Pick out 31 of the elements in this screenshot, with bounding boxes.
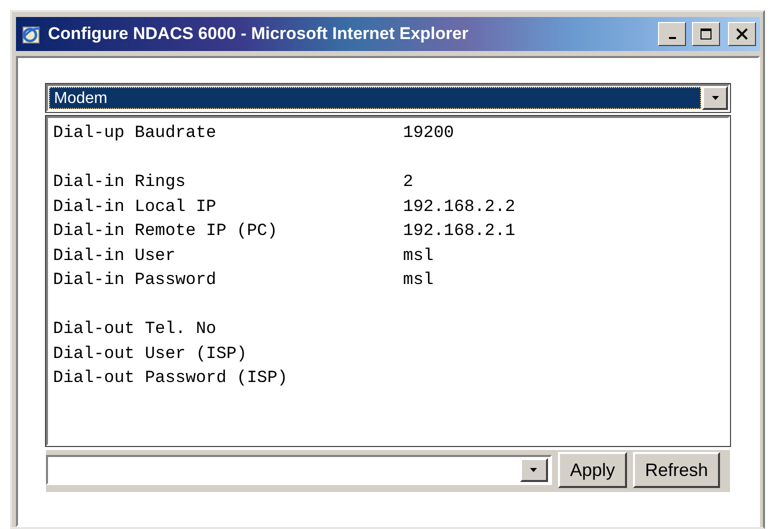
dropdown-button[interactable] xyxy=(520,458,548,482)
setting-value: 19200 xyxy=(403,123,454,145)
setting-label: Dial-in Local IP xyxy=(53,196,218,218)
maximize-icon xyxy=(700,28,712,40)
setting-label: Dial-in User xyxy=(53,246,176,268)
dropdown-value: Modem xyxy=(49,87,701,109)
setting-label: Dial-out Password (ISP) xyxy=(53,368,289,390)
close-button[interactable] xyxy=(728,22,756,46)
window-title: Configure NDACS 6000 - Microsoft Internet Explorer xyxy=(48,24,470,44)
minimize-button[interactable] xyxy=(658,22,686,46)
dropdown-button[interactable] xyxy=(702,86,728,110)
close-icon xyxy=(736,28,748,40)
setting-label: Dial-in Remote IP (PC) xyxy=(53,221,278,243)
setting-label: Dial-in Password xyxy=(53,270,218,292)
setting-value: msl xyxy=(403,246,434,268)
section-dropdown[interactable]: Modem xyxy=(46,84,730,112)
action-button[interactable]: Apply xyxy=(558,452,627,488)
action-button[interactable]: Refresh xyxy=(632,452,720,488)
setting-label: Dial-out User (ISP) xyxy=(53,344,248,366)
setting-value: 192.168.2.2 xyxy=(403,196,516,218)
setting-label: Dial-out Tel. No xyxy=(53,319,218,341)
dropdown-arrow-icon xyxy=(530,468,538,472)
setting-value: 2 xyxy=(403,172,414,194)
command-dropdown[interactable] xyxy=(46,455,552,485)
minimize-icon xyxy=(668,37,676,39)
setting-label: Dial-up Baudrate xyxy=(53,123,218,145)
dropdown-arrow-icon xyxy=(712,96,718,100)
setting-value: msl xyxy=(403,270,434,292)
maximize-button[interactable] xyxy=(692,22,720,46)
setting-label: Dial-in Rings xyxy=(53,172,187,194)
setting-value: 192.168.2.1 xyxy=(403,221,516,243)
